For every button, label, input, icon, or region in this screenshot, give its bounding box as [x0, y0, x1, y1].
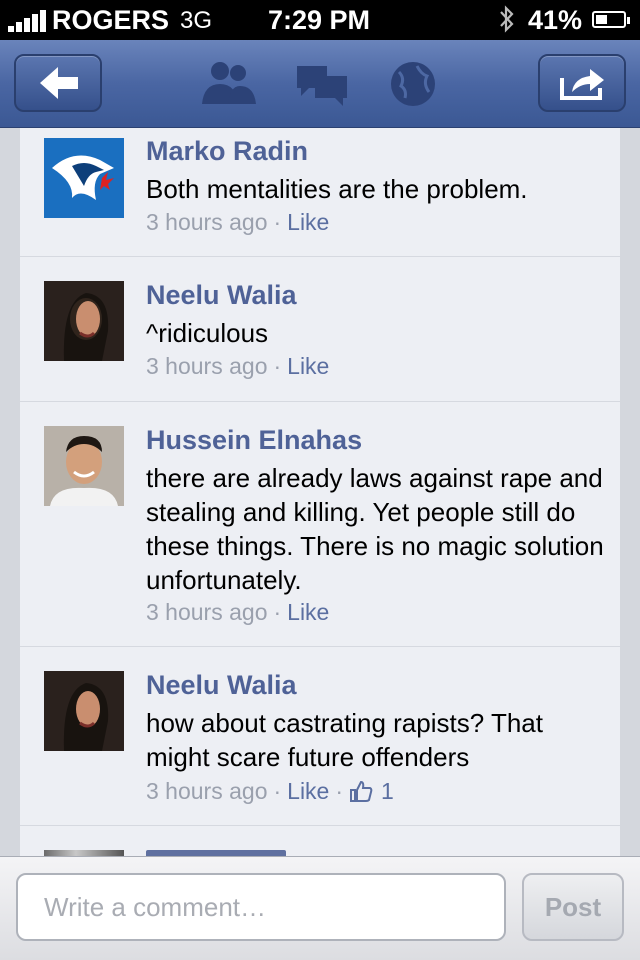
- list-item: Neelu Walia how about castrating rapists…: [20, 647, 620, 826]
- thumbs-up-icon: [350, 780, 373, 802]
- comment-meta: 3 hours ago · Like · 1: [146, 778, 394, 804]
- status-bar: ROGERS 3G 7:29 PM 41%: [0, 0, 640, 40]
- comment-time: 3 hours ago: [146, 599, 268, 625]
- network-type: 3G: [180, 7, 213, 34]
- post-button[interactable]: Post: [522, 873, 624, 941]
- like-link[interactable]: Like: [287, 599, 329, 625]
- comment-time: 3 hours ago: [146, 353, 268, 379]
- back-button[interactable]: [14, 54, 102, 112]
- like-count: 1: [381, 778, 394, 804]
- comment-meta: 3 hours ago · Like: [146, 353, 330, 379]
- comment-author[interactable]: Neelu Walia: [146, 670, 297, 701]
- list-item: Neelu Walia ^ridiculous 3 hours ago · Like: [20, 257, 620, 402]
- bluetooth-icon: [500, 5, 514, 33]
- share-icon: [560, 69, 604, 100]
- list-item: Hussein Elnahas there are already laws a…: [20, 402, 620, 647]
- back-arrow-icon: [40, 67, 78, 99]
- like-link[interactable]: Like: [287, 778, 329, 804]
- comment-text: there are already laws against rape and …: [146, 463, 604, 595]
- like-link[interactable]: Like: [287, 353, 329, 379]
- carrier-name: ROGERS: [52, 5, 170, 35]
- friends-icon[interactable]: [198, 58, 258, 110]
- comment-input[interactable]: [16, 873, 506, 941]
- comment-meta: 3 hours ago · Like: [146, 209, 330, 235]
- globe-icon[interactable]: [383, 58, 443, 110]
- messages-icon[interactable]: [293, 58, 353, 110]
- avatar: [44, 138, 124, 218]
- signal-strength-icon: [8, 10, 48, 32]
- list-item: Marko Radin Both mentalities are the pro…: [20, 128, 620, 257]
- comment-text: how about castrating rapists? That might…: [146, 708, 543, 772]
- comment-author[interactable]: Neelu Walia: [146, 280, 297, 311]
- comment-composer: Post: [0, 856, 640, 960]
- comment-time: 3 hours ago: [146, 778, 268, 804]
- comment-list[interactable]: Marko Radin Both mentalities are the pro…: [20, 128, 620, 856]
- like-link[interactable]: Like: [287, 209, 329, 235]
- comment-text: Both mentalities are the problem.: [146, 174, 528, 204]
- share-button[interactable]: [538, 54, 626, 112]
- avatar: [44, 671, 124, 751]
- battery-icon: [592, 11, 630, 28]
- battery-percent: 41%: [528, 5, 583, 35]
- avatar: [44, 426, 124, 506]
- comment-meta: 3 hours ago · Like: [146, 599, 330, 625]
- comment-time: 3 hours ago: [146, 209, 268, 235]
- list-item: [20, 826, 620, 856]
- comment-author[interactable]: Marko Radin: [146, 136, 308, 167]
- comment-author[interactable]: Hussein Elnahas: [146, 425, 362, 456]
- comment-text: ^ridiculous: [146, 318, 269, 348]
- nav-bar: [0, 40, 640, 128]
- clock: 7:29 PM: [268, 5, 371, 35]
- avatar: [44, 281, 124, 361]
